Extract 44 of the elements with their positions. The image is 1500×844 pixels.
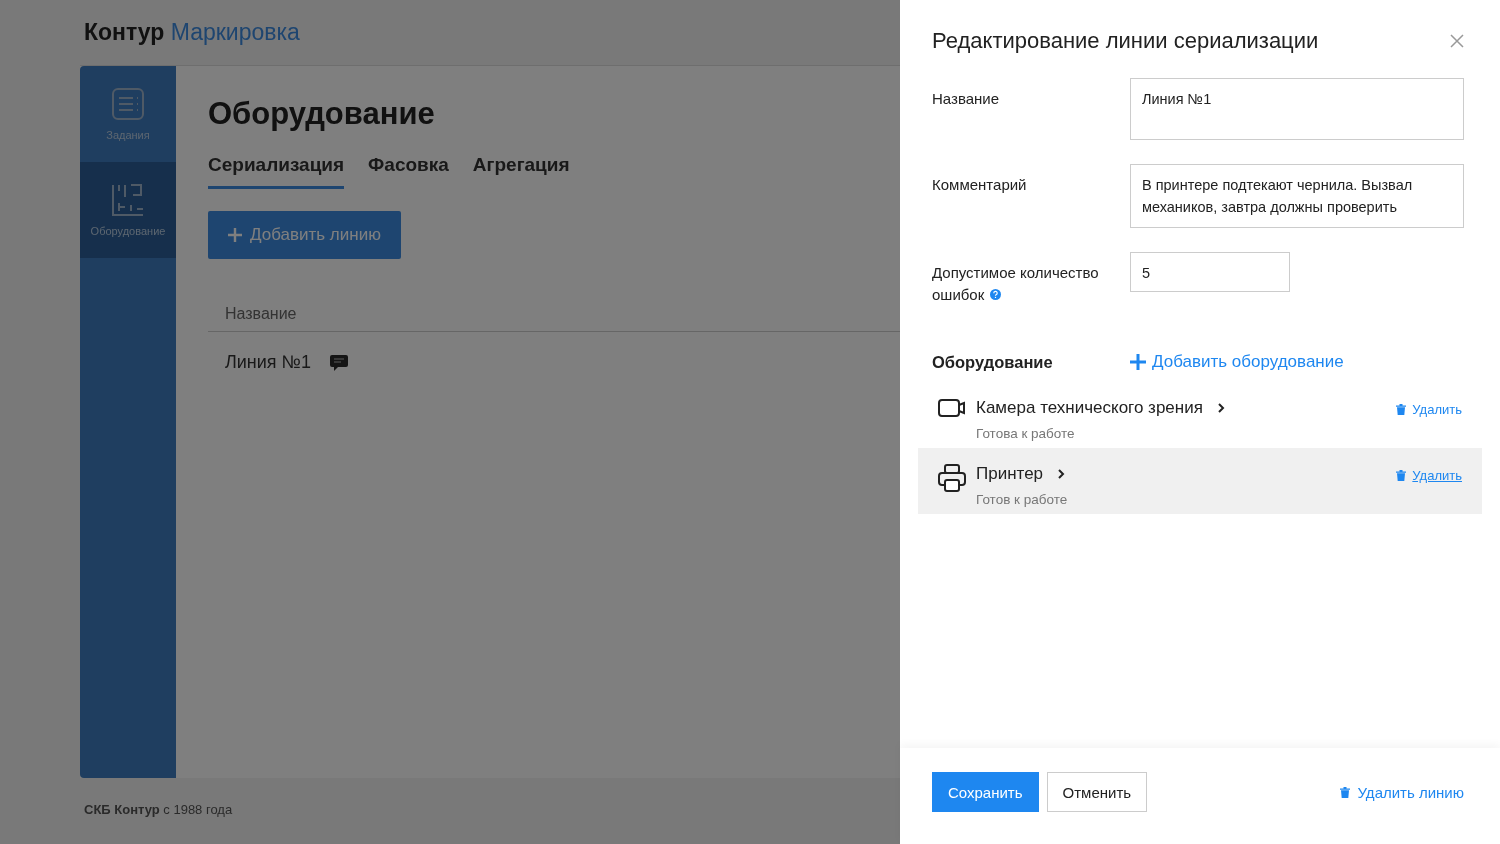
add-line-button[interactable]: Добавить линию [208, 211, 401, 259]
equipment-status: Готова к работе [976, 426, 1076, 441]
text-field[interactable]: В принтере подтекают чернила. Вызвал механиков, завтра должны проверить [1130, 164, 1464, 228]
table-cell[interactable]: Линия №1 [225, 352, 311, 373]
equipment-name[interactable]: Камера технического зрения [976, 398, 1203, 418]
copyright-text: СКБ Контур с 1988 года [83, 801, 234, 819]
plus-icon [1130, 354, 1146, 370]
chevron-right-icon[interactable] [1216, 402, 1225, 414]
delete-line-link[interactable]: Удалить линию [1357, 783, 1464, 801]
tab[interactable]: Сериализация [208, 154, 345, 189]
tab[interactable]: Фасовка [368, 154, 449, 189]
logo[interactable]: Контур Маркировка [84, 19, 300, 46]
cancel-button[interactable]: Отменить [1046, 772, 1148, 812]
trash-icon[interactable] [1339, 786, 1350, 798]
column-header: Название [225, 305, 297, 322]
delete-link[interactable]: Удалить [1412, 402, 1462, 417]
equipment-item[interactable]: Принтер Готов к работе Удалить [918, 448, 1482, 514]
plus-icon [228, 228, 242, 242]
printer-icon [938, 464, 966, 492]
number-field[interactable]: 5 [1130, 252, 1290, 292]
camera-icon [938, 398, 966, 418]
page-title: Оборудование [208, 96, 435, 132]
field-label: Название [932, 89, 1001, 109]
tab[interactable]: Агрегация [472, 154, 570, 189]
section-heading: Оборудование [932, 352, 1054, 372]
list-icon [111, 87, 145, 121]
trash-icon[interactable] [1396, 404, 1407, 415]
chevron-right-icon[interactable] [1057, 468, 1066, 480]
text-field[interactable]: Линия №1 [1130, 78, 1464, 140]
delete-link[interactable]: Удалить [1412, 468, 1462, 483]
equipment-name[interactable]: Принтер [976, 464, 1044, 484]
field-label: Комментарий [932, 175, 1028, 195]
close-icon[interactable] [1450, 34, 1464, 48]
add-equipment-link[interactable]: Добавить оборудование [1130, 352, 1344, 372]
comment-icon[interactable] [328, 352, 349, 373]
equipment-status: Готов к работе [976, 492, 1069, 507]
barcode-grid-icon [111, 183, 145, 217]
trash-icon[interactable] [1396, 470, 1407, 481]
help-icon[interactable] [990, 289, 1002, 300]
field-label: Допустимое количество ошибок [932, 263, 1100, 305]
equipment-item[interactable]: Камера технического зрения Готова к работе Удалить [918, 382, 1482, 448]
save-button[interactable]: Сохранить [932, 772, 1039, 812]
panel-title: Редактирование линии сериализации [932, 28, 1319, 54]
sidebar-item[interactable]: Оборудование [80, 162, 176, 258]
